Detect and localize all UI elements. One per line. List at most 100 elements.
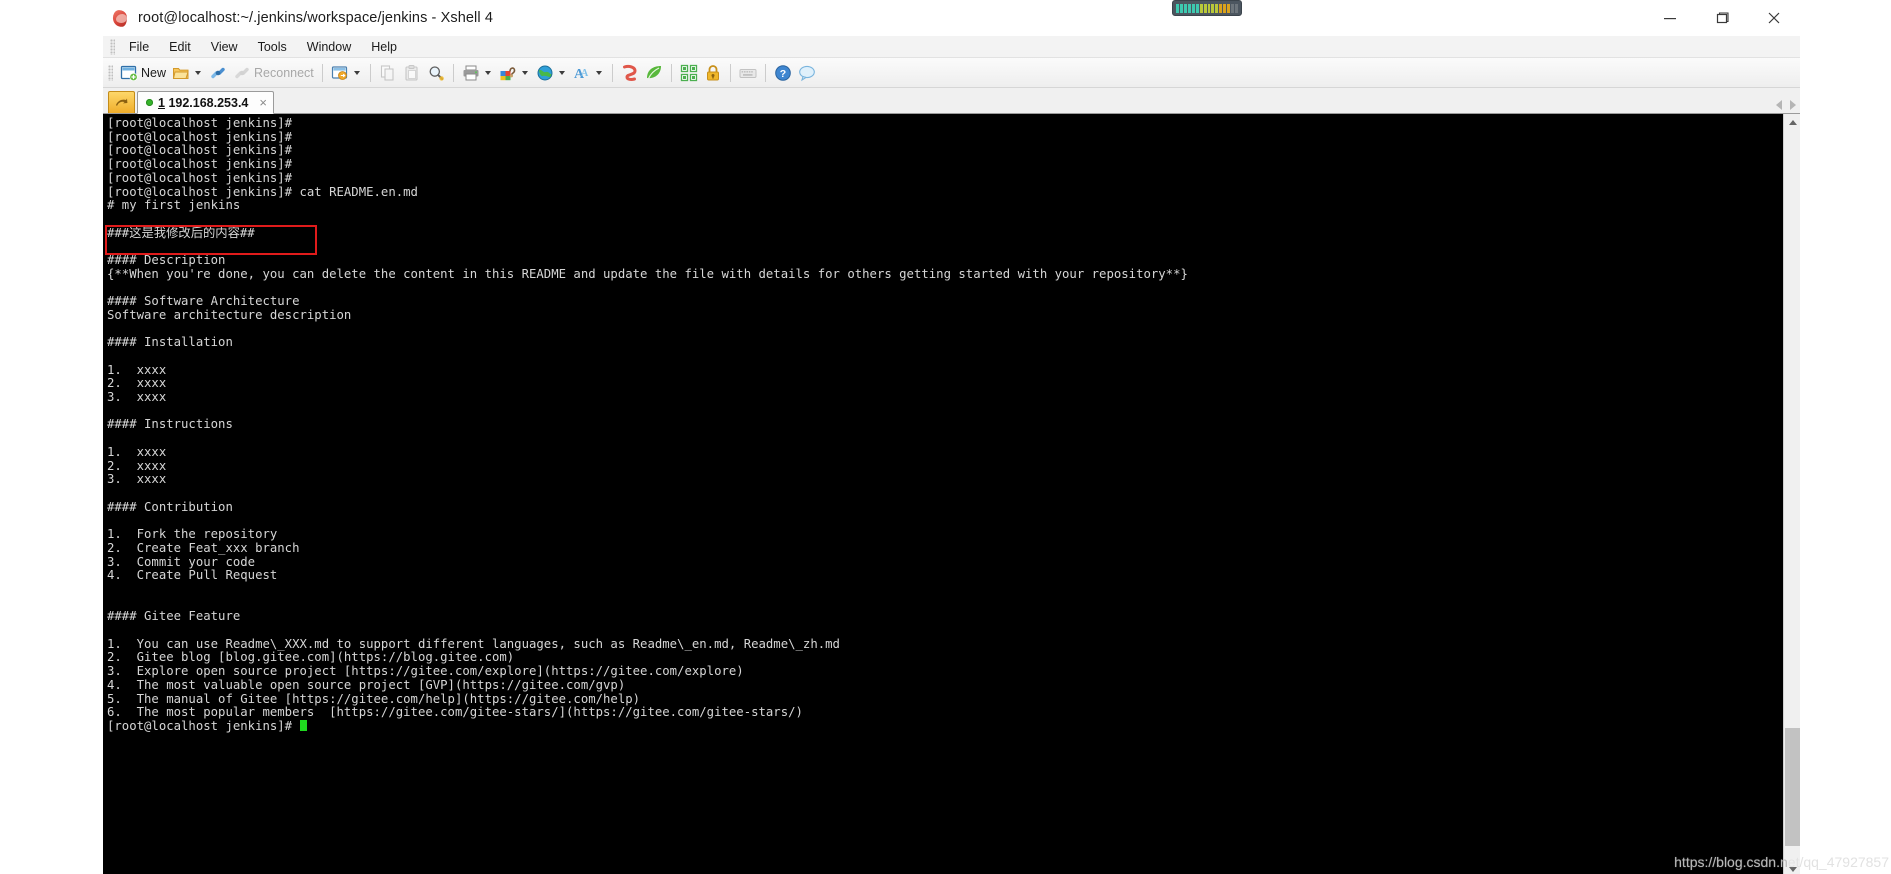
chat-button[interactable] [795,61,819,85]
toolbar-separator-3 [452,63,454,82]
tab-close-icon[interactable]: × [259,96,267,109]
color-scheme-button[interactable] [496,61,533,85]
new-tab-button[interactable] [108,91,135,113]
terminal-prompt-line: [root@localhost jenkins]# [107,719,1783,734]
terminal-output[interactable]: [root@localhost jenkins]# [root@localhost… [105,114,1783,874]
page-gutter-right [1800,0,1891,874]
print-button[interactable] [459,61,496,85]
terminal-line: [root@localhost jenkins]# [107,143,293,158]
toolbar-separator-7 [764,63,766,82]
font-caret[interactable] [595,70,602,75]
find-icon [429,65,444,81]
terminal-scrollbar[interactable] [1783,114,1801,874]
terminal-area: [root@localhost jenkins]# [root@localhost… [103,114,1801,874]
lock-button[interactable] [701,61,725,85]
terminal-line: 2. Create Feat_xxx branch [107,540,300,555]
file-transfer-caret[interactable] [353,70,360,75]
terminal-line: 2. Gitee blog [blog.gitee.com](https://b… [107,650,515,665]
terminal-line: Software architecture description [107,307,352,322]
file-transfer-button[interactable] [328,61,365,85]
maximize-button[interactable] [1696,0,1748,36]
svg-text:?: ? [780,68,786,80]
terminal-line: 3. xxxx [107,390,167,405]
terminal-line: 1. xxxx [107,444,167,459]
font-button[interactable]: A A [570,61,607,85]
compose-icon [680,64,697,81]
terminal-line: 1. Fork the repository [107,527,278,542]
page-gutter-left [0,0,103,874]
menu-window[interactable]: Window [297,38,361,56]
toolbar-separator-6 [729,63,731,82]
menu-view[interactable]: View [201,38,248,56]
print-caret[interactable] [484,70,491,75]
menu-edit[interactable]: Edit [159,38,201,56]
terminal-line: 2. xxxx [107,458,167,473]
compose-button[interactable] [677,61,701,85]
tab-status-dot [146,99,153,106]
minimize-button[interactable] [1644,0,1696,36]
csdn-watermark: https://blog.csdn.net/qq_47927857 [1674,854,1889,870]
new-session-button[interactable]: New [117,61,169,85]
reconnect-button: Reconnect [230,61,317,85]
toolbar-grip[interactable] [108,64,113,81]
terminal-line: #### Gitee Feature [107,609,241,624]
terminal-line: [root@localhost jenkins]# [107,116,293,130]
tab-scroll-left-icon[interactable] [1776,100,1782,110]
color-scheme-icon [500,66,516,80]
reconnect-icon [235,67,249,78]
terminal-line: 5. The manual of Gitee [https://gitee.co… [107,691,641,706]
menu-grip[interactable] [110,38,115,55]
paste-icon [405,64,418,81]
web-button[interactable] [533,61,570,85]
menu-tools[interactable]: Tools [248,38,297,56]
watermark-text-faded: et/qq_47927857 [1787,854,1889,870]
open-session-button[interactable] [169,61,206,85]
toolbar-separator-2 [369,63,371,82]
terminal-line: 3. Explore open source project [https://… [107,664,744,679]
menu-help[interactable]: Help [361,38,407,56]
keyboard-button [736,61,760,85]
xshell-script-button[interactable] [618,61,642,85]
reconnect-label: Reconnect [254,65,314,80]
open-session-caret[interactable] [195,70,202,75]
tab-title: 192.168.253.4 [168,95,249,110]
terminal-line: 4. The most valuable open source project… [107,677,626,692]
xshell-script-icon [622,64,637,81]
open-folder-icon [172,67,189,79]
web-caret[interactable] [558,70,565,75]
terminal-line: ###这是我修改后的内容## [107,225,255,240]
title-bar: root@localhost:~/.jenkins/workspace/jenk… [103,0,1800,36]
svg-text:A: A [581,68,589,79]
terminal-line: 6. The most popular members [https://git… [107,705,803,720]
session-tab-label: 1 192.168.253.4 [158,96,248,110]
close-button[interactable] [1748,0,1800,36]
toolbar: New Reconnect A A ? [103,58,1800,88]
menu-file[interactable]: File [119,38,159,56]
connect-icon [211,67,225,78]
tab-scroll-right-icon[interactable] [1790,100,1796,110]
terminal-line: [root@localhost jenkins]# [107,157,293,172]
color-scheme-caret[interactable] [521,70,528,75]
copy-icon [380,64,394,81]
connect-button[interactable] [206,61,230,85]
terminal-line: #### Installation [107,335,233,350]
help-button[interactable]: ? [771,61,795,85]
chat-icon [798,65,815,81]
terminal-line: 4. Create Pull Request [107,568,278,583]
scroll-thumb[interactable] [1785,728,1800,846]
scroll-up-icon [1788,120,1797,125]
new-session-icon [120,65,138,81]
find-button[interactable] [424,61,448,85]
session-tab-1[interactable]: 1 192.168.253.4 × [137,91,274,114]
toolbar-separator-5 [670,63,672,82]
terminal-line: [root@localhost jenkins]# cat README.en.… [107,184,418,199]
xftp-button[interactable] [642,61,666,85]
terminal-line: 2. xxxx [107,376,167,391]
scroll-up-button[interactable] [1784,114,1801,131]
